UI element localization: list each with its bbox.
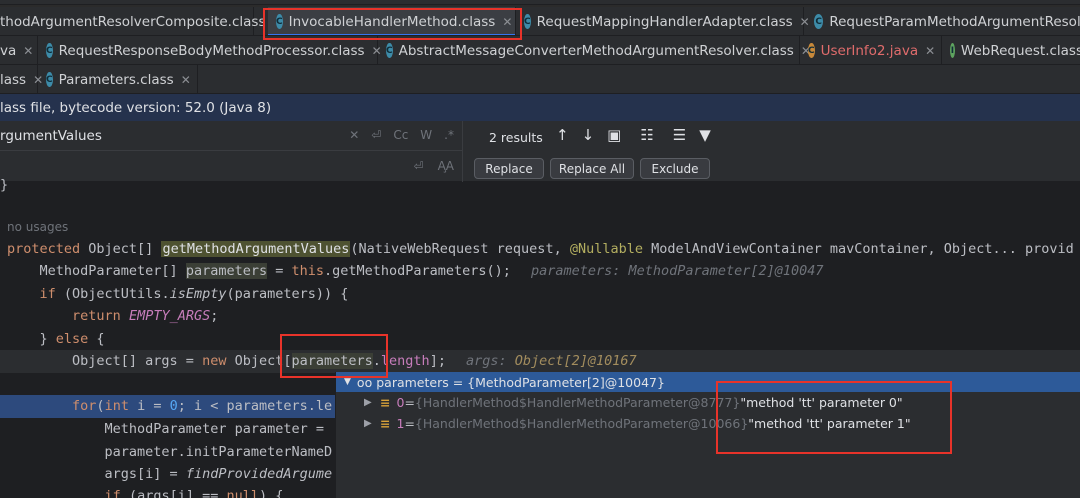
- align-icon[interactable]: ☰: [673, 126, 686, 144]
- field-icon: ≡: [380, 395, 391, 410]
- preserve-case-toggle[interactable]: A̧A: [438, 159, 454, 173]
- find-replace-bar: rgumentValues ✕ ⏎ Cc W .* ⏎ A̧A 2 result…: [0, 121, 1080, 182]
- arrow-down-icon[interactable]: ↓: [582, 126, 595, 144]
- code-line: MethodParameter[] parameters = this.getM…: [7, 263, 824, 279]
- tab-web-request[interactable]: I WebRequest.class: [942, 36, 1080, 64]
- tab-label: InvocableHandlerMethod.class: [288, 13, 496, 30]
- watch-icon: oo: [356, 374, 373, 390]
- tab-label: RequestResponseBodyMethodProcessor.class: [58, 42, 365, 59]
- search-input[interactable]: rgumentValues ✕ ⏎ Cc W .*: [0, 121, 463, 151]
- close-icon[interactable]: ✕: [925, 44, 935, 58]
- tab-parameters[interactable]: C Parameters.class ✕: [38, 65, 198, 93]
- code-line-current: Object[] args = new Object[parameters.le…: [0, 350, 1080, 373]
- tab-label: RequestMappingHandlerAdapter.class: [536, 13, 793, 30]
- tab-request-mapping-handler-adapter[interactable]: C RequestMappingHandlerAdapter.class ✕: [516, 7, 810, 35]
- popup-title: parameters = {MethodParameter[2]@10047}: [376, 374, 665, 390]
- tab-argument-resolver-composite[interactable]: thodArgumentResolverComposite.class ✕: [0, 7, 283, 35]
- tab-row-partial: [0, 0, 1080, 5]
- search-nav: ↑ ↓ ▣ ☷ ☰ ▼: [556, 126, 711, 144]
- editor-tab-row-2: va ✕ C RequestResponseBodyMethodProcesso…: [0, 36, 1080, 65]
- tab-label: AbstractMessageConverterMethodArgumentRe…: [398, 42, 794, 59]
- tab-label: UserInfo2.java: [820, 42, 919, 59]
- close-icon[interactable]: ✕: [181, 73, 191, 87]
- tab-abstract-message-converter[interactable]: C AbstractMessageConverterMethodArgument…: [378, 36, 811, 64]
- arrow-up-icon[interactable]: ↑: [556, 126, 569, 144]
- code-line: return EMPTY_ARGS;: [72, 308, 219, 324]
- editor-tab-row-1: thodArgumentResolverComposite.class ✕ C …: [0, 7, 1080, 36]
- close-icon[interactable]: ✕: [23, 44, 33, 58]
- close-icon[interactable]: ✕: [502, 15, 512, 29]
- whole-words-toggle[interactable]: W: [420, 128, 432, 142]
- debug-value-popup[interactable]: ▼ oo parameters = {MethodParameter[2]@10…: [335, 372, 1080, 498]
- search-options: ✕ ⏎ Cc W .*: [349, 128, 454, 142]
- newline-icon[interactable]: ⏎: [371, 128, 381, 142]
- decompiled-info-bar: lass file, bytecode version: 52.0 (Java …: [0, 94, 1080, 121]
- tab-label: WebRequest.class: [960, 42, 1080, 59]
- tree-node[interactable]: ▶ ≡ 1 = {HandlerMethod$HandlerMethodPara…: [336, 413, 1080, 434]
- method-name: getMethodArgumentValues: [161, 241, 351, 257]
- chevron-down-icon[interactable]: ▼: [344, 377, 351, 387]
- tab-class-partial[interactable]: lass ✕: [0, 65, 43, 93]
- select-occurrences-icon[interactable]: ▣: [607, 126, 621, 144]
- tab-label: va: [0, 42, 17, 59]
- code-line: }: [0, 177, 9, 193]
- tab-request-response-body-method-processor[interactable]: C RequestResponseBodyMethodProcessor.cla…: [38, 36, 382, 64]
- class-icon: C: [46, 43, 53, 58]
- class-icon: C: [276, 14, 283, 29]
- tab-invocable-handler-method[interactable]: C InvocableHandlerMethod.class ✕: [268, 7, 516, 35]
- funnel-icon[interactable]: ▼: [699, 126, 711, 144]
- search-query: rgumentValues: [0, 127, 102, 144]
- interface-icon: I: [950, 43, 955, 58]
- code-line: } else {: [7, 331, 105, 347]
- class-icon: C: [46, 72, 53, 87]
- class-icon: C: [814, 14, 824, 29]
- regex-toggle[interactable]: .*: [444, 128, 454, 142]
- tab-label: thodArgumentResolverComposite.class: [0, 13, 266, 30]
- class-icon: C: [386, 43, 393, 58]
- tab-label: Parameters.class: [58, 71, 174, 88]
- results-count: 2 results: [489, 130, 543, 145]
- tab-userinfo2-java[interactable]: C UserInfo2.java ✕: [800, 36, 942, 64]
- clear-icon[interactable]: ✕: [349, 128, 359, 142]
- usages-hint: no usages: [7, 220, 69, 234]
- match-case-toggle[interactable]: Cc: [393, 128, 408, 142]
- filter-search-icon[interactable]: ☷: [640, 126, 653, 144]
- tab-label: lass: [0, 71, 27, 88]
- chevron-right-icon[interactable]: ▶: [364, 418, 380, 429]
- class-icon: C: [524, 14, 531, 29]
- newline-icon[interactable]: ⏎: [414, 159, 424, 173]
- tab-request-param-method-argument-resolver[interactable]: C RequestParamMethodArgumentResolve: [806, 7, 1080, 35]
- inline-debug-value: parameters: MethodParameter[2]@10047: [530, 263, 824, 279]
- java-class-icon: C: [808, 43, 815, 58]
- tab-java-partial[interactable]: va ✕: [0, 36, 38, 64]
- inline-debug-value: args: Object[2]@10167: [465, 353, 637, 369]
- code-line-signature: protected Object[] getMethodArgumentValu…: [7, 241, 1074, 257]
- replace-options: ⏎ A̧A: [414, 159, 454, 173]
- editor-tab-row-3: lass ✕ C Parameters.class ✕: [0, 65, 1080, 94]
- tree-node[interactable]: ▶ ≡ 0 = {HandlerMethod$HandlerMethodPara…: [336, 392, 1080, 413]
- chevron-right-icon[interactable]: ▶: [364, 397, 380, 408]
- code-line: if (ObjectUtils.isEmpty(parameters)) {: [39, 286, 349, 302]
- info-text: lass file, bytecode version: 52.0 (Java …: [0, 99, 272, 116]
- tab-label: RequestParamMethodArgumentResolve: [829, 13, 1080, 30]
- field-icon: ≡: [380, 416, 391, 431]
- popup-header[interactable]: ▼ oo parameters = {MethodParameter[2]@10…: [336, 372, 1080, 392]
